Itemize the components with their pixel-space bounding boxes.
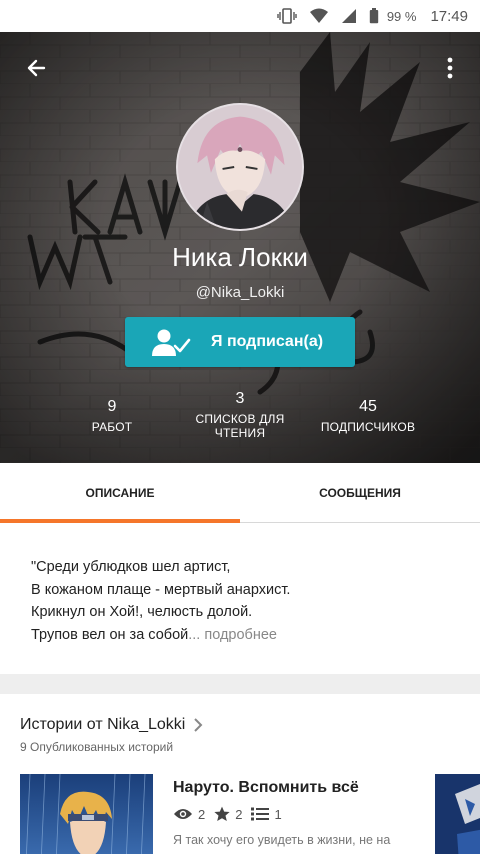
story-parts-count: 1 [274, 806, 282, 822]
stories-section-title[interactable]: Истории от Nika_Lokki [20, 716, 203, 734]
more-vertical-icon [447, 57, 453, 79]
signal-icon [341, 8, 357, 24]
story-cover-image[interactable] [20, 774, 153, 854]
arrow-left-icon [27, 59, 46, 77]
stories-title-text: Истории от Nika_Lokki [20, 716, 186, 733]
stat-reading-lists-value: 3 [235, 390, 245, 407]
follow-button-label: Я подписан(а) [211, 333, 324, 350]
tab-messages[interactable]: СООБЩЕНИЯ [240, 463, 480, 523]
description-line: "Среди ублюдков шел артист, [31, 559, 231, 575]
stat-followers[interactable]: 45 ПОДПИСЧИКОВ [308, 397, 428, 434]
profile-name: Ника Локки [172, 242, 308, 272]
profile-stats: 9 РАБОТ 3 СПИСКОВ ДЛЯ ЧТЕНИЯ 45 ПОДПИСЧИ… [0, 390, 480, 447]
eye-icon [174, 809, 192, 819]
next-story-cover-image[interactable] [435, 774, 480, 854]
profile-header: Ника Локки @Nika_Lokki Я подписан(а) 9 Р… [0, 32, 480, 463]
profile-handle: @Nika_Lokki [195, 284, 285, 301]
status-time: 17:49 [430, 7, 468, 25]
wifi-icon [309, 8, 329, 24]
story-votes: 2 [214, 806, 242, 822]
avatar[interactable] [176, 103, 304, 231]
section-divider [0, 674, 480, 694]
chevron-right-icon [193, 718, 203, 732]
list-icon [251, 807, 270, 821]
story-views-count: 2 [198, 806, 206, 822]
profile-description: "Среди ублюдков шел артист, В кожаном пл… [0, 524, 480, 674]
status-bar: 99 % 17:49 [0, 0, 480, 32]
more-options-button[interactable] [440, 54, 460, 82]
description-line-text: Трупов вел он за собой [31, 626, 189, 643]
stat-works[interactable]: 9 РАБОТ [72, 397, 152, 434]
stat-reading-lists[interactable]: 3 СПИСКОВ ДЛЯ ЧТЕНИЯ [180, 389, 300, 440]
stat-followers-label: ПОДПИСЧИКОВ [320, 420, 416, 434]
battery-percent: 99 % [386, 8, 417, 24]
stat-works-label: РАБОТ [91, 420, 133, 434]
story-votes-count: 2 [235, 806, 243, 822]
story-parts: 1 [251, 806, 282, 822]
back-button[interactable] [22, 54, 50, 82]
story-views: 2 [173, 807, 205, 822]
stat-works-value: 9 [107, 398, 117, 415]
stat-reading-lists-label-line1: СПИСКОВ ДЛЯ [195, 412, 285, 426]
read-more-link[interactable]: ... подробнее [188, 627, 277, 643]
story-description: Я так хочу его увидеть в жизни, не на [173, 833, 391, 847]
profile-tabs: ОПИСАНИЕ СООБЩЕНИЯ [0, 463, 480, 523]
stat-followers-value: 45 [359, 398, 377, 415]
stat-reading-lists-label-line2: ЧТЕНИЯ [214, 426, 266, 440]
vibrate-icon [277, 8, 297, 24]
stories-section: Истории от Nika_Lokki 9 Опубликованных и… [0, 694, 480, 854]
description-line: Крикнул он Хой!, челюсть долой. [31, 604, 253, 620]
description-line-last: Трупов вел он за собой... подробнее [31, 624, 480, 647]
follow-button[interactable]: Я подписан(а) [125, 317, 355, 367]
user-check-icon [152, 329, 191, 356]
battery-icon [369, 8, 379, 24]
description-line: В кожаном плаще - мертвый анархист. [31, 581, 291, 598]
tab-description[interactable]: ОПИСАНИЕ [0, 463, 240, 523]
stories-count: 9 Опубликованных историй [20, 740, 174, 754]
story-stats: 2 2 1 [173, 806, 291, 822]
story-title[interactable]: Наруто. Вспомнить всё [173, 779, 359, 797]
active-tab-indicator [0, 519, 240, 523]
star-icon [214, 806, 230, 821]
